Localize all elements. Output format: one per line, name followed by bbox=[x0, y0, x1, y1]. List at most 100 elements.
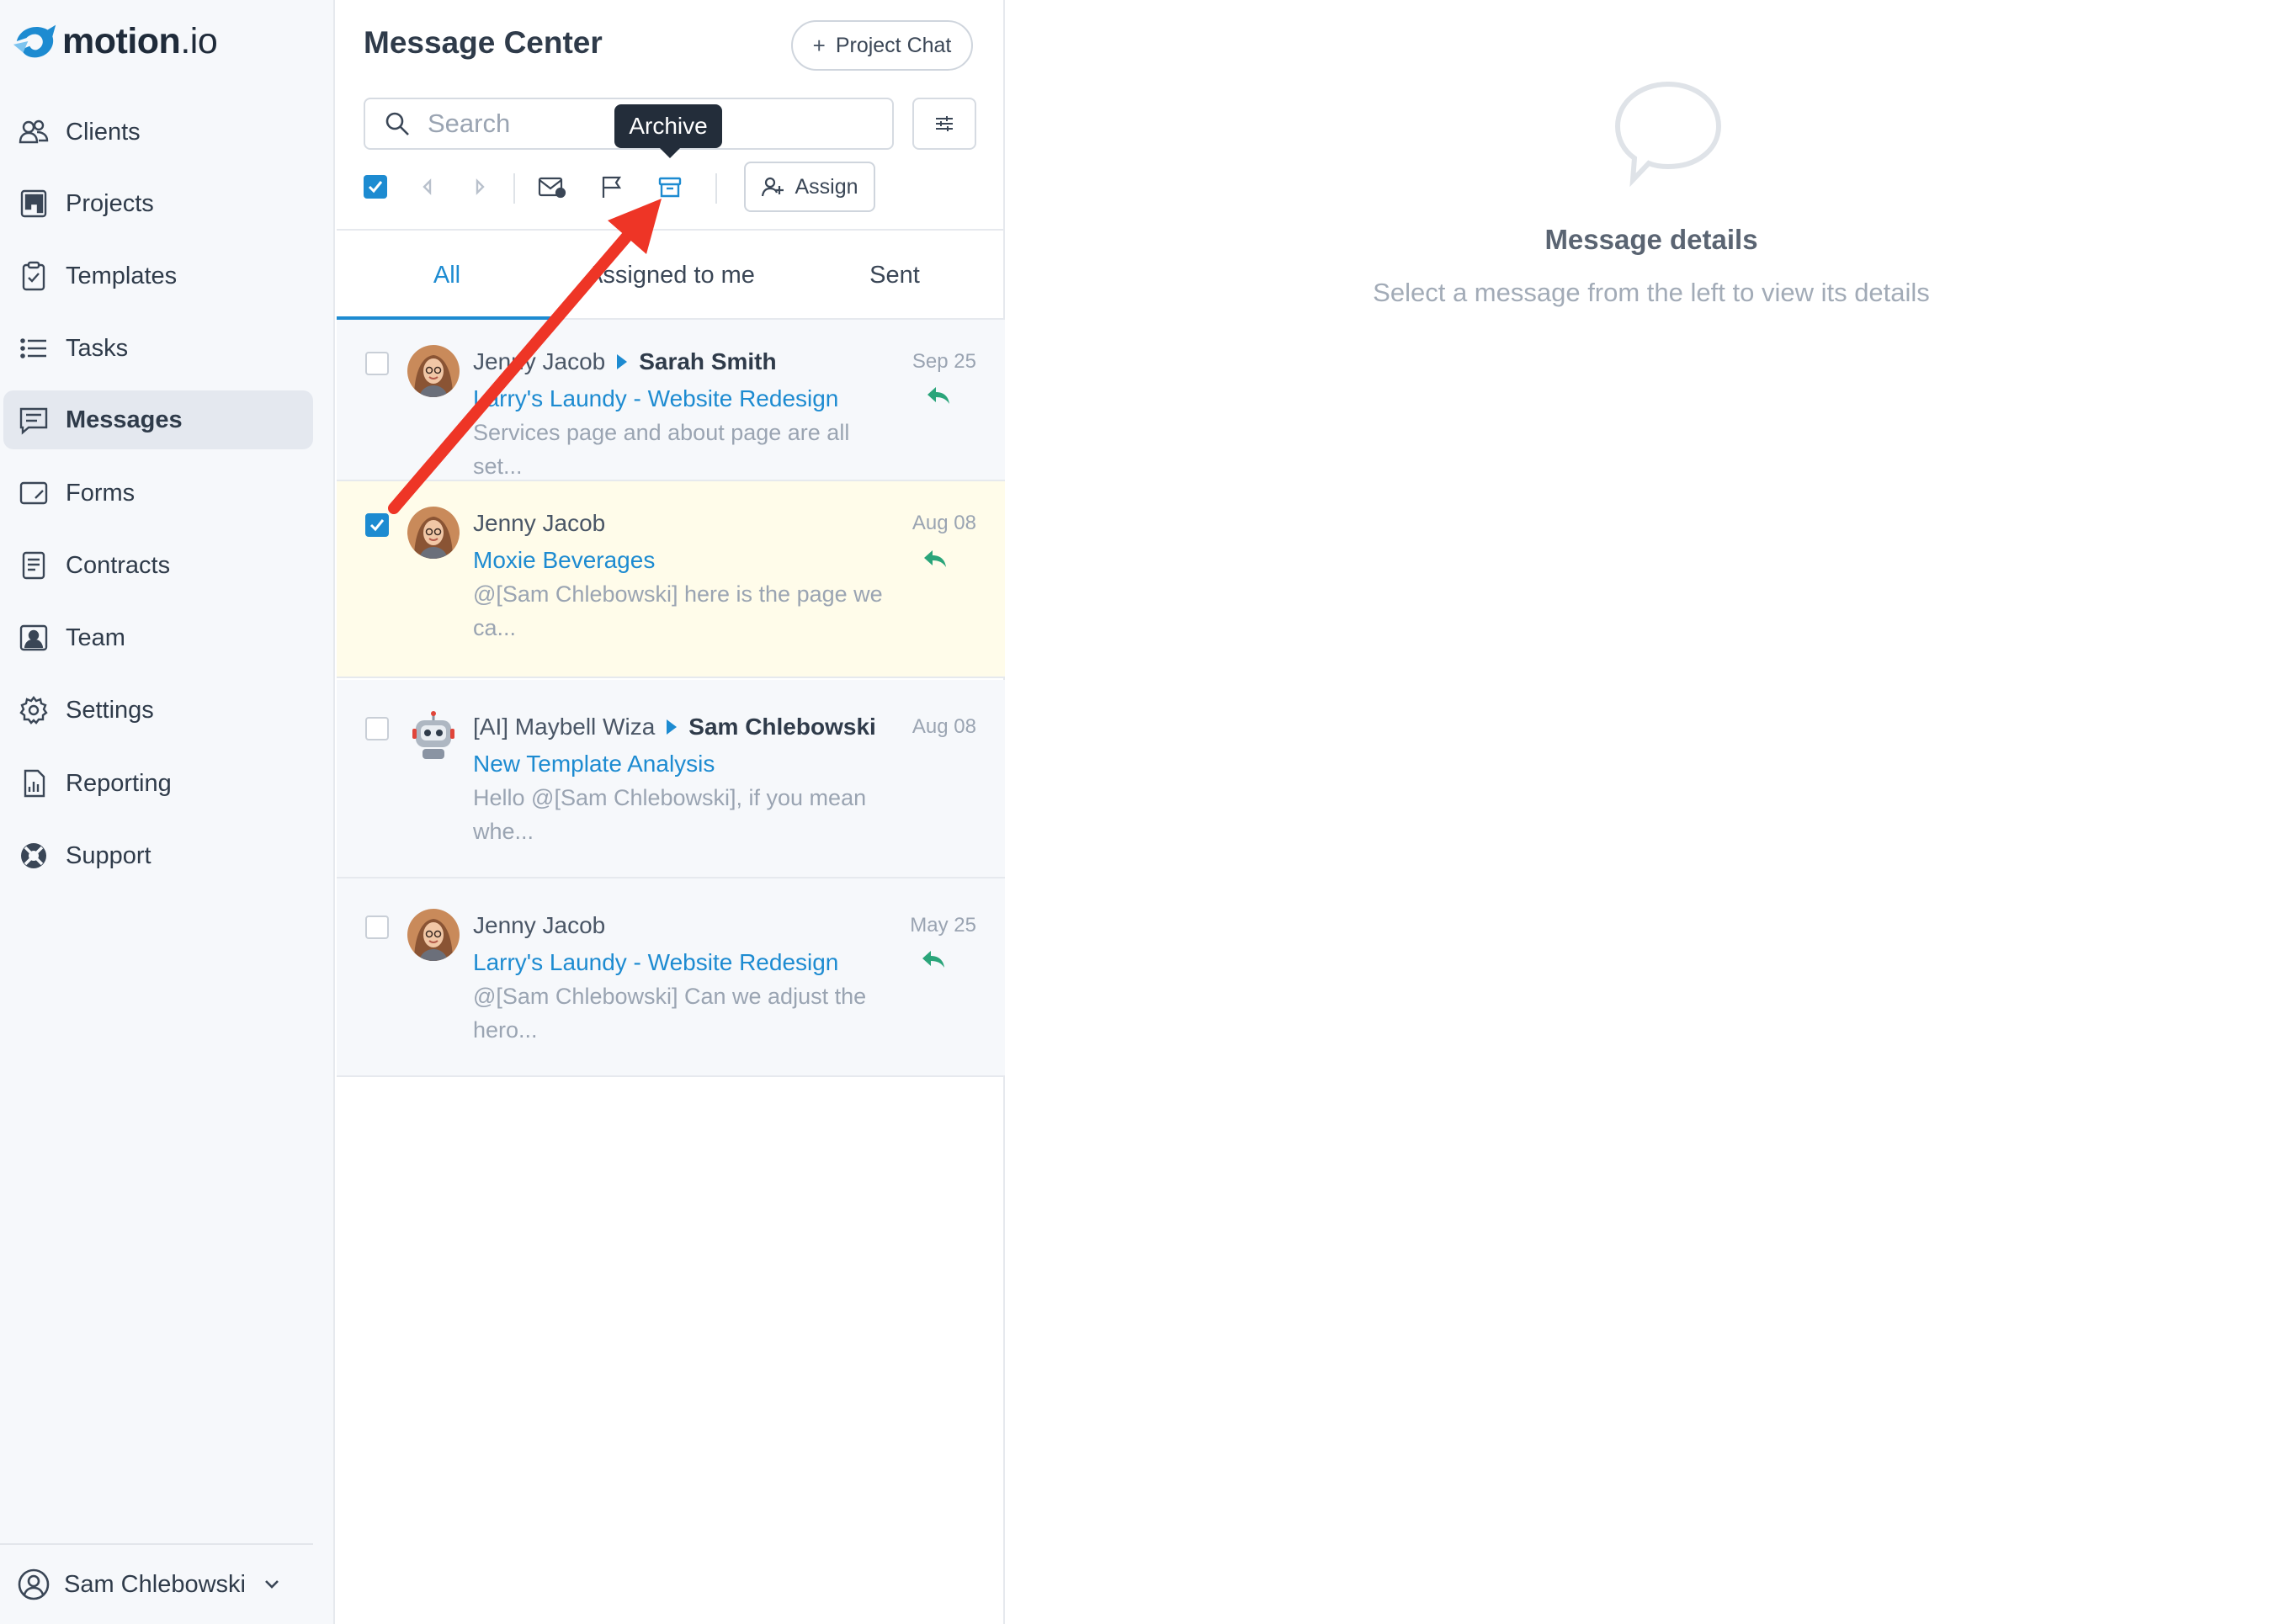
sidebar-item-projects[interactable]: Projects bbox=[3, 174, 313, 233]
message-preview: @[Sam Chlebowski] here is the page we ca… bbox=[473, 581, 883, 640]
message-checkbox[interactable] bbox=[365, 717, 389, 740]
page-title: Message Center bbox=[364, 25, 603, 60]
sidebar-item-label: Settings bbox=[66, 696, 154, 724]
chevron-right-icon bbox=[476, 178, 485, 195]
archive-icon bbox=[658, 177, 682, 198]
plus-icon: + bbox=[812, 32, 826, 58]
message-row[interactable]: [AI] Maybell Wiza Sam Chlebowski New Tem… bbox=[337, 680, 1005, 878]
toolbar-divider bbox=[715, 173, 717, 204]
project-chat-button[interactable]: + Project Chat bbox=[791, 20, 973, 71]
message-preview: Hello @[Sam Chlebowski], if you mean whe… bbox=[473, 785, 867, 844]
sidebar-item-templates[interactable]: Templates bbox=[3, 247, 313, 305]
templates-icon bbox=[17, 259, 50, 293]
forward-arrow-icon bbox=[667, 719, 678, 735]
reply-icon bbox=[924, 550, 946, 567]
lifebuoy-icon bbox=[17, 839, 50, 873]
sidebar-item-contracts[interactable]: Contracts bbox=[3, 536, 313, 595]
envelope-icon bbox=[538, 177, 566, 199]
assign-label: Assign bbox=[795, 174, 858, 199]
sidebar-item-team[interactable]: Team bbox=[3, 608, 313, 667]
sidebar-item-support[interactable]: Support bbox=[3, 826, 313, 885]
user-menu[interactable]: Sam Chlebowski bbox=[0, 1543, 313, 1624]
sidebar-item-label: Contracts bbox=[66, 551, 171, 579]
next-button[interactable] bbox=[461, 168, 498, 205]
message-details-panel: Message details Select a message from th… bbox=[1007, 0, 2296, 1624]
message-tabs: All Assigned to me Sent bbox=[337, 229, 1005, 320]
message-date: Aug 08 bbox=[911, 715, 976, 738]
tab-assigned-to-me[interactable]: Assigned to me bbox=[557, 231, 784, 320]
message-date: Aug 08 bbox=[911, 512, 976, 534]
message-recipient: Sarah Smith bbox=[639, 348, 777, 374]
message-date: Sep 25 bbox=[911, 350, 976, 373]
message-row[interactable]: Jenny Jacob Sarah Smith Larry's Laundy -… bbox=[337, 320, 1005, 481]
reporting-icon bbox=[17, 767, 50, 800]
sidebar-item-label: Clients bbox=[66, 118, 141, 146]
jenny-avatar bbox=[407, 345, 460, 397]
details-title: Message details bbox=[1544, 224, 1758, 255]
message-checkbox[interactable] bbox=[365, 513, 389, 537]
search-icon bbox=[385, 112, 409, 135]
message-participants: Jenny Jacob bbox=[473, 510, 605, 537]
sidebar-item-clients[interactable]: Clients bbox=[3, 103, 313, 162]
sidebar-item-label: Reporting bbox=[66, 769, 172, 797]
user-circle-icon bbox=[18, 1568, 50, 1600]
archive-button[interactable] bbox=[651, 168, 688, 205]
message-preview: @[Sam Chlebowski] Can we adjust the hero… bbox=[473, 984, 867, 1043]
message-subject[interactable]: New Template Analysis bbox=[473, 751, 715, 778]
logo[interactable]: motion.io bbox=[12, 15, 218, 67]
project-chat-label: Project Chat bbox=[835, 33, 952, 57]
chevron-down-icon bbox=[265, 1580, 279, 1589]
chat-bubble-icon bbox=[1614, 81, 1722, 187]
message-checkbox[interactable] bbox=[365, 352, 389, 375]
tab-sent[interactable]: Sent bbox=[784, 231, 1005, 320]
message-toolbar: Assign bbox=[364, 162, 986, 214]
sidebar-item-label: Tasks bbox=[66, 334, 129, 362]
message-row[interactable]: Jenny Jacob Moxie Beverages @[Sam Chlebo… bbox=[337, 481, 1005, 678]
message-participants: Jenny Jacob bbox=[473, 912, 605, 939]
select-all-checkbox[interactable] bbox=[357, 168, 394, 205]
message-checkbox[interactable] bbox=[365, 915, 389, 939]
message-subject[interactable]: Larry's Laundy - Website Redesign bbox=[473, 385, 838, 412]
sidebar-item-label: Team bbox=[66, 624, 125, 651]
toolbar-divider bbox=[513, 173, 515, 204]
sidebar-item-tasks[interactable]: Tasks bbox=[3, 319, 313, 378]
message-participants: [AI] Maybell Wiza Sam Chlebowski bbox=[473, 714, 876, 740]
message-subject[interactable]: Larry's Laundy - Website Redesign bbox=[473, 949, 838, 976]
gear-icon bbox=[17, 693, 50, 727]
sidebar-item-label: Projects bbox=[66, 189, 154, 217]
message-list-panel: Message Center + Project Chat Search Ass… bbox=[337, 0, 1005, 1624]
message-subject[interactable]: Moxie Beverages bbox=[473, 547, 655, 574]
tab-label: All bbox=[433, 261, 461, 289]
messages-icon bbox=[17, 403, 50, 437]
flag-button[interactable] bbox=[593, 168, 630, 205]
sidebar-item-settings[interactable]: Settings bbox=[3, 681, 313, 740]
sidebar-item-label: Support bbox=[66, 841, 151, 869]
message-row[interactable]: Jenny Jacob Larry's Laundy - Website Red… bbox=[337, 878, 1005, 1077]
previous-button[interactable] bbox=[409, 168, 446, 205]
chevron-left-icon bbox=[423, 178, 432, 195]
tab-label: Sent bbox=[869, 261, 920, 289]
assign-button[interactable]: Assign bbox=[744, 162, 875, 212]
sidebar-item-forms[interactable]: Forms bbox=[3, 464, 313, 523]
message-sender: Jenny Jacob bbox=[473, 510, 606, 536]
brand-name: motion.io bbox=[62, 20, 218, 61]
archive-tooltip: Archive bbox=[614, 104, 722, 158]
sliders-icon bbox=[936, 116, 953, 131]
jenny-avatar bbox=[407, 507, 460, 559]
sidebar-item-messages[interactable]: Messages bbox=[3, 390, 313, 449]
sidebar-item-label: Templates bbox=[66, 262, 178, 289]
sidebar-item-reporting[interactable]: Reporting bbox=[3, 754, 313, 813]
tab-label: Assigned to me bbox=[587, 261, 755, 289]
team-icon bbox=[17, 621, 50, 655]
robot-avatar bbox=[407, 710, 460, 762]
message-preview: Services page and about page are all set… bbox=[473, 420, 850, 479]
sidebar-item-label: Forms bbox=[66, 479, 136, 507]
message-sender: [AI] Maybell Wiza bbox=[473, 714, 656, 740]
mark-unread-button[interactable] bbox=[534, 168, 571, 205]
tab-all[interactable]: All bbox=[337, 231, 557, 320]
filter-button[interactable] bbox=[912, 98, 976, 150]
add-user-icon bbox=[762, 177, 784, 197]
sidebar: motion.io Clients Projects Templates Tas… bbox=[0, 0, 335, 1624]
message-recipient: Sam Chlebowski bbox=[688, 714, 876, 740]
forms-icon bbox=[17, 476, 50, 510]
